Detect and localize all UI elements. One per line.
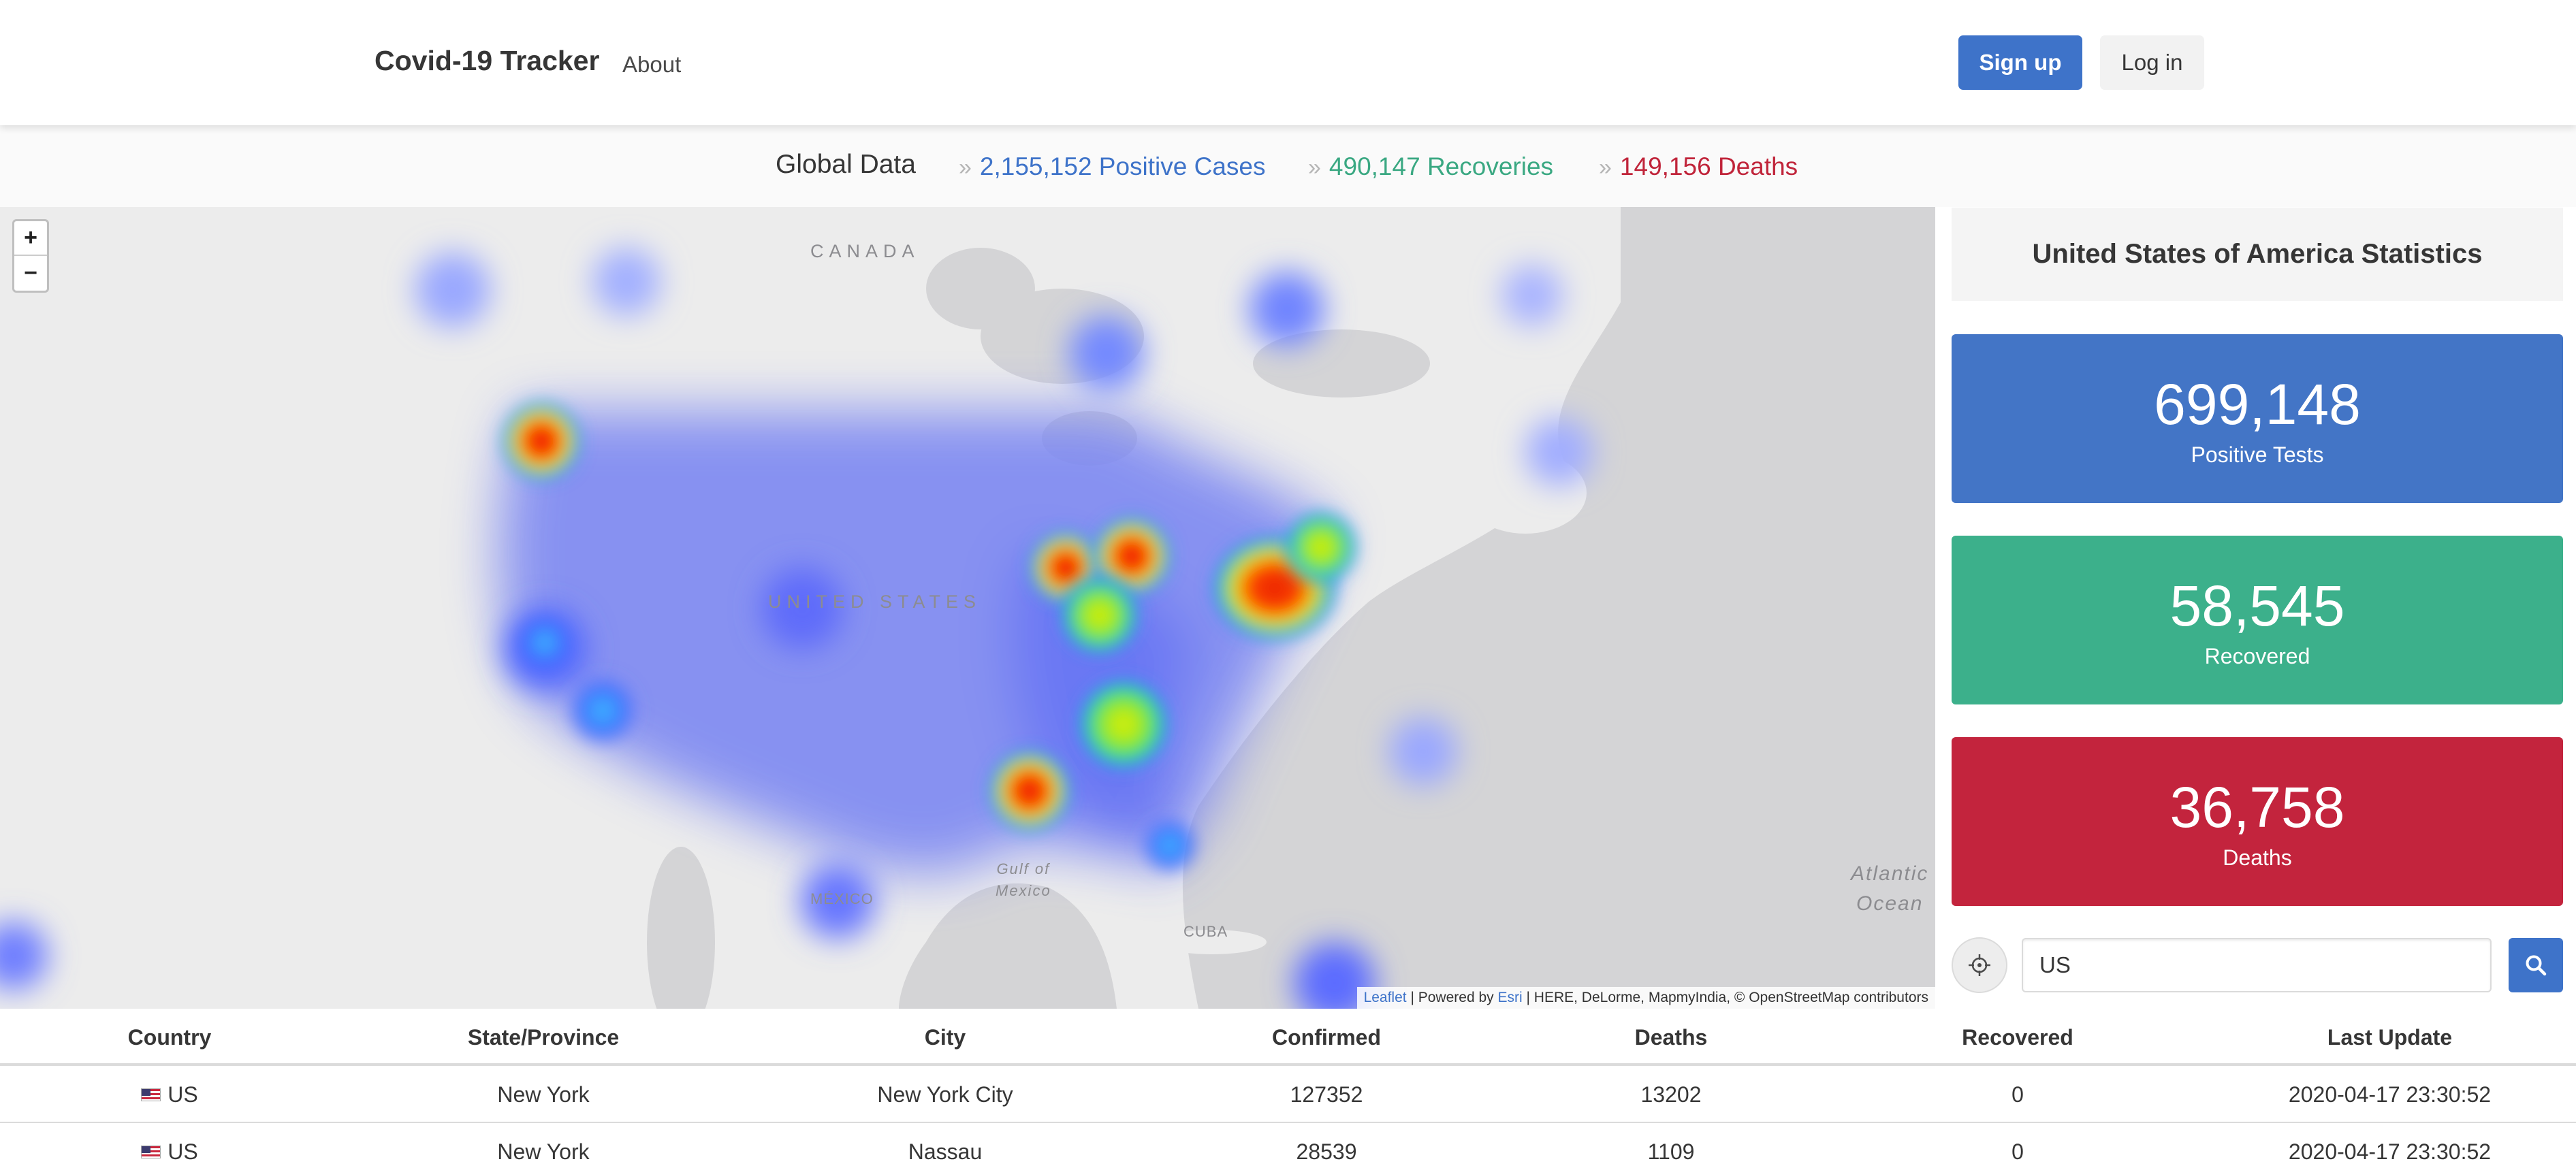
navbar: Covid-19 Tracker About Sign up Log in: [0, 0, 2576, 125]
atlantic-line-1: Atlantic: [1851, 862, 1929, 885]
table-row[interactable]: US New York New York City 127352 13202 0…: [0, 1066, 2576, 1123]
cell-confirmed: 28539: [1296, 1139, 1357, 1164]
map-label-atlantic-ocean: Atlantic Ocean: [1851, 859, 1928, 919]
heatmap-map[interactable]: CANADA UNITED STATES MÉXICO CUBA Gulf of…: [0, 207, 1935, 1009]
separator: »: [1308, 155, 1321, 180]
search-button[interactable]: [2509, 938, 2563, 992]
crosshair-icon: [1969, 954, 1990, 976]
cell-last-update: 2020-04-17 23:30:52: [2288, 1082, 2492, 1107]
country-text: US: [168, 1139, 198, 1164]
signup-button[interactable]: Sign up: [1958, 35, 2082, 90]
table-header-row: Country State/Province City Confirmed De…: [0, 1009, 2576, 1066]
login-button[interactable]: Log in: [2100, 35, 2204, 90]
map-label-mexico: MÉXICO: [810, 890, 874, 907]
zoom-in-button[interactable]: +: [14, 221, 47, 256]
cell-deaths: 13202: [1640, 1082, 1702, 1107]
recovered-label: Recovered: [2204, 643, 2310, 668]
recovered-value: 58,545: [2169, 573, 2345, 638]
deaths-label: Deaths: [2223, 845, 2292, 870]
header-confirmed[interactable]: Confirmed: [1143, 1009, 1510, 1066]
recovered-card: 58,545 Recovered: [1952, 536, 2563, 704]
separator: »: [959, 155, 972, 180]
global-deaths: » 149,156 Deaths: [1599, 152, 1798, 181]
atlantic-line-2: Ocean: [1856, 892, 1924, 915]
separator: »: [1599, 155, 1612, 180]
map-label-canada: CANADA: [810, 241, 920, 261]
attribution-powered-by: | Powered by: [1406, 990, 1498, 1005]
cell-country: US: [0, 1066, 339, 1123]
header-state-province[interactable]: State/Province: [339, 1009, 748, 1066]
global-recoveries-text: 490,147 Recoveries: [1329, 152, 1554, 180]
gulf-line-2: Mexico: [996, 882, 1051, 899]
map-zoom-control: + −: [12, 219, 49, 293]
us-flag-icon: [141, 1088, 161, 1101]
cell-state: New York: [497, 1082, 590, 1107]
leaflet-link[interactable]: Leaflet: [1364, 990, 1407, 1005]
global-positive-text: 2,155,152 Positive Cases: [979, 152, 1266, 180]
global-recoveries: » 490,147 Recoveries: [1308, 152, 1553, 181]
header-recovered[interactable]: Recovered: [1832, 1009, 2204, 1066]
cell-city: New York City: [877, 1082, 1013, 1107]
header-last-update[interactable]: Last Update: [2204, 1009, 2576, 1066]
country-search-input[interactable]: [2022, 938, 2492, 992]
header-deaths[interactable]: Deaths: [1510, 1009, 1832, 1066]
cases-table: Country State/Province City Confirmed De…: [0, 1009, 2576, 1168]
cell-state: New York: [497, 1139, 590, 1164]
header-country[interactable]: Country: [0, 1009, 339, 1066]
global-deaths-text: 149,156 Deaths: [1619, 152, 1798, 180]
positive-tests-value: 699,148: [2154, 372, 2361, 436]
deaths-value: 36,758: [2169, 775, 2345, 839]
global-data-bar: Global Data » 2,155,152 Positive Cases » 4…: [0, 125, 2576, 207]
cell-recovered: 0: [2011, 1139, 2024, 1164]
esri-link[interactable]: Esri: [1497, 990, 1522, 1005]
attribution-text: | HERE, DeLorme, MapmyIndia, © OpenStree…: [1522, 990, 1928, 1005]
map-label-gulf-of-mexico: Gulf of Mexico: [996, 858, 1051, 902]
country-text: US: [168, 1082, 198, 1107]
cell-city: Nassau: [908, 1139, 983, 1164]
map-attribution: Leaflet | Powered by Esri | HERE, DeLorm…: [1356, 987, 1935, 1009]
brand-title[interactable]: Covid-19 Tracker: [375, 45, 599, 77]
cell-confirmed: 127352: [1290, 1082, 1363, 1107]
locate-button[interactable]: [1952, 937, 2007, 993]
global-positive-cases: » 2,155,152 Positive Cases: [959, 152, 1266, 181]
zoom-out-button[interactable]: −: [14, 256, 47, 291]
header-city[interactable]: City: [748, 1009, 1143, 1066]
map-label-united-states: UNITED STATES: [768, 591, 982, 612]
positive-tests-label: Positive Tests: [2191, 442, 2324, 467]
cell-recovered: 0: [2011, 1082, 2024, 1107]
search-icon: [2526, 955, 2547, 976]
cell-last-update: 2020-04-17 23:30:52: [2288, 1139, 2492, 1164]
cell-country: US: [0, 1123, 339, 1168]
us-flag-icon: [141, 1145, 161, 1158]
deaths-card: 36,758 Deaths: [1952, 737, 2563, 906]
cell-deaths: 1109: [1647, 1139, 1695, 1164]
nav-about-link[interactable]: About: [622, 52, 681, 78]
country-stats-title: United States of America Statistics: [1952, 208, 2563, 301]
map-label-cuba: CUBA: [1183, 923, 1228, 940]
gulf-line-1: Gulf of: [996, 860, 1051, 877]
table-row[interactable]: US New York Nassau 28539 1109 0 2020-04-…: [0, 1123, 2576, 1168]
positive-tests-card: 699,148 Positive Tests: [1952, 334, 2563, 503]
global-data-title: Global Data: [776, 150, 916, 179]
